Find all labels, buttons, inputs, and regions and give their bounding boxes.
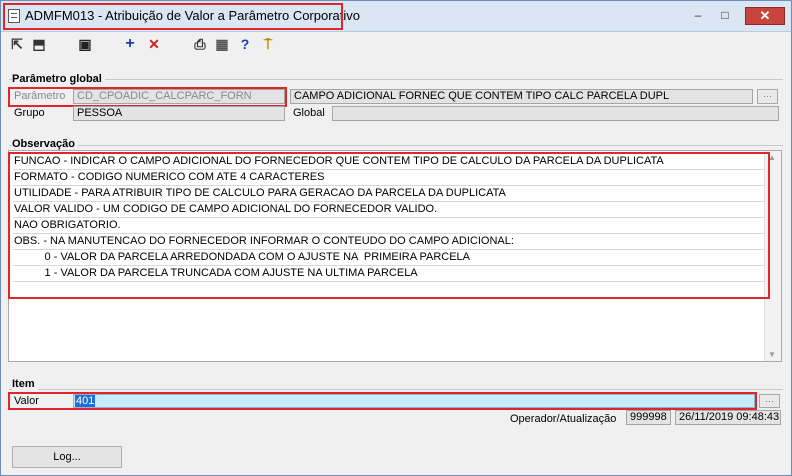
log-button[interactable]: Log... [12,446,122,468]
scroll-down-icon[interactable]: ▼ [768,350,776,359]
memo-divider [13,265,771,266]
memo-line: 0 - VALOR DA PARCELA ARREDONDADA COM O A… [14,251,471,263]
memo-line: 1 - VALOR DA PARCELA TRUNCADA COM AJUSTE… [14,267,418,279]
help-icon[interactable]: ? [237,36,253,52]
minimize-button[interactable]: – [686,7,710,24]
nav-next-icon[interactable]: ⬒ [31,36,47,52]
memo-scrollbar[interactable]: ▲ ▼ [764,151,781,361]
valor-label: Valor [14,395,39,407]
memo-divider [13,249,771,250]
global-field [332,106,779,121]
group-title-item: Item [12,378,38,390]
parametro-label: Parâmetro [14,90,66,102]
title-bar[interactable]: ADMFM013 - Atribuição de Valor a Parâmet… [1,1,791,32]
memo-line: FUNCAO - INDICAR O CAMPO ADICIONAL DO FO… [14,155,664,167]
valor-input[interactable]: 401 [73,394,755,408]
exit-icon[interactable]: ⍑ [260,36,276,52]
memo-line: OBS. - NA MANUTENCAO DO FORNECEDOR INFOR… [14,235,514,247]
atualizacao-field: 26/11/2019 09:48:43 [675,410,781,425]
group-divider [9,145,783,146]
memo-divider [13,169,771,170]
operador-label: Operador/Atualização [510,413,617,425]
valor-lookup-button[interactable]: ⋯ [759,394,780,408]
save-icon[interactable]: ▣ [77,36,93,52]
memo-divider [13,201,771,202]
group-divider [9,389,783,390]
grupo-label: Grupo [14,107,45,119]
window-title: ADMFM013 - Atribuição de Valor a Parâmet… [25,8,361,23]
maximize-button[interactable]: □ [713,7,737,24]
memo-line: UTILIDADE - PARA ATRIBUIR TIPO DE CALCUL… [14,187,506,199]
group-title-observacao: Observação [12,138,78,150]
global-label: Global [293,107,325,119]
group-title-parametro-global: Parâmetro global [12,73,105,85]
add-icon[interactable]: + [122,36,138,52]
grupo-field: PESSOA [73,106,285,121]
memo-line: NAO OBRIGATORIO. [14,219,121,231]
group-divider [9,79,783,80]
memo-divider [13,217,771,218]
memo-line: FORMATO - CODIGO NUMERICO COM ATE 4 CARA… [14,171,325,183]
parametro-description-field: CAMPO ADICIONAL FORNEC QUE CONTEM TIPO C… [290,89,753,104]
memo-line: VALOR VALIDO - UM CODIGO DE CAMPO ADICIO… [14,203,438,215]
observacao-memo[interactable]: FUNCAO - INDICAR O CAMPO ADICIONAL DO FO… [8,150,782,362]
nav-prev-icon[interactable]: ⇱ [9,36,25,52]
print-icon[interactable]: ⎙ [192,36,208,52]
memo-divider [13,233,771,234]
parametro-field[interactable]: CD_CPOADIC_CALCPARC_FORN [73,89,285,104]
valor-selected-text: 401 [75,395,96,407]
toolbar: ⇱ ⬒ ▣ + ✕ ⎙ ▦ ? ⍑ [1,32,791,56]
application-window: ADMFM013 - Atribuição de Valor a Parâmet… [0,0,792,476]
document-icon [8,9,20,23]
memo-divider [13,185,771,186]
calculator-icon[interactable]: ▦ [214,36,230,52]
lookup-button[interactable]: ⋯ [757,89,778,104]
memo-divider [13,281,771,282]
scroll-up-icon[interactable]: ▲ [768,153,776,162]
operador-field: 999998 [626,410,671,425]
close-button[interactable]: ✕ [745,7,785,25]
delete-icon[interactable]: ✕ [146,36,162,52]
